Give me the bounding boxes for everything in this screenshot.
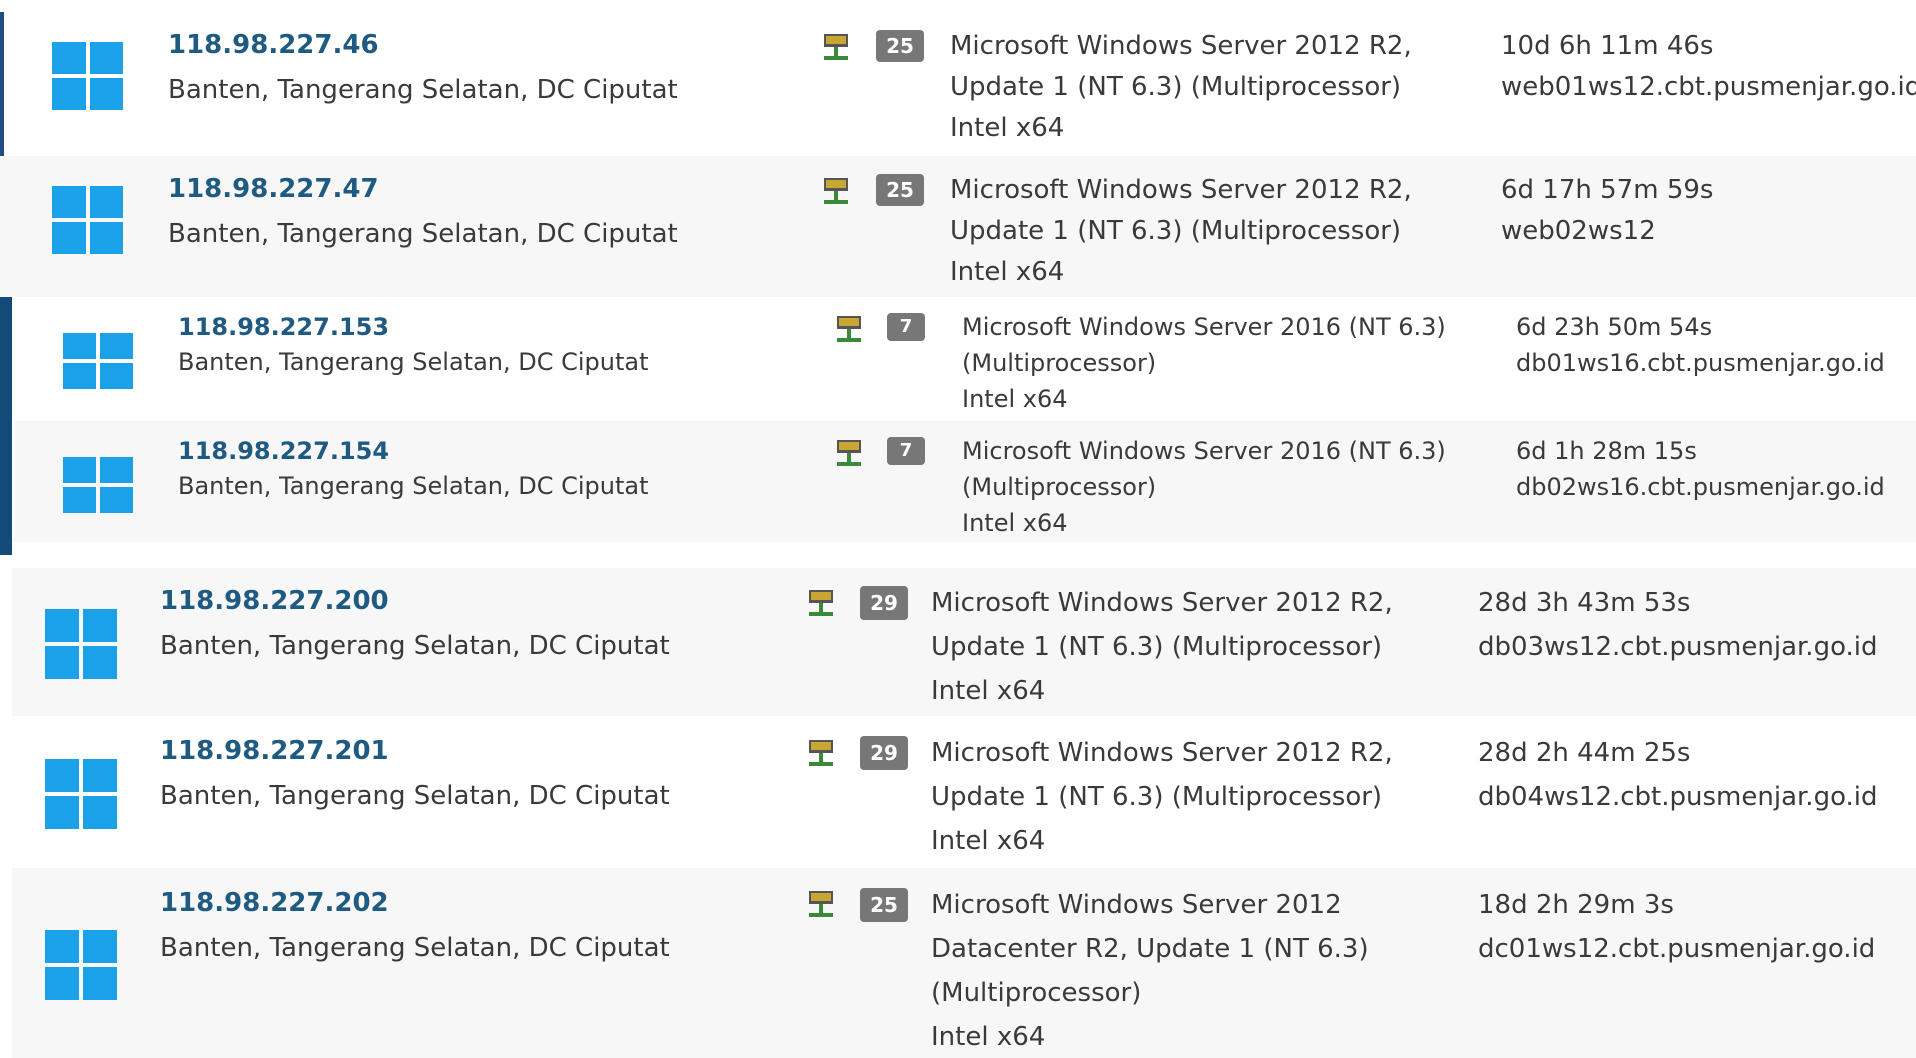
host-hostname: web01ws12.cbt.pusmenjar.go.id <box>1501 72 1916 102</box>
host-row: 118.98.227.202 Banten, Tangerang Selatan… <box>12 868 1916 1058</box>
host-uptime: 6d 1h 28m 15s <box>1516 437 1697 465</box>
windows-icon <box>45 930 117 1000</box>
host-ip-link[interactable]: 118.98.227.46 <box>168 30 379 60</box>
host-os: Microsoft Windows Server 2012 R2, Update … <box>950 31 1412 143</box>
host-ip-link[interactable]: 118.98.227.153 <box>178 313 389 341</box>
host-row: 118.98.227.47 Banten, Tangerang Selatan,… <box>0 156 1916 297</box>
host-location: Banten, Tangerang Selatan, DC Ciputat <box>160 781 670 811</box>
host-row: 118.98.227.201 Banten, Tangerang Selatan… <box>12 718 1916 866</box>
port-count-badge: 29 <box>860 736 908 770</box>
host-uptime-hostname: 28d 3h 43m 53s db03ws12.cbt.pusmenjar.go… <box>1478 581 1878 669</box>
host-hostname: db01ws16.cbt.pusmenjar.go.id <box>1516 349 1885 377</box>
host-ip-link[interactable]: 118.98.227.201 <box>160 736 389 766</box>
host-os: Microsoft Windows Server 2016 (NT 6.3) (M… <box>962 313 1446 413</box>
host-ip-link[interactable]: 118.98.227.154 <box>178 437 389 465</box>
host-uptime: 6d 23h 50m 54s <box>1516 313 1713 341</box>
host-ip-link[interactable]: 118.98.227.47 <box>168 174 379 204</box>
host-uptime: 28d 2h 44m 25s <box>1478 738 1691 768</box>
host-uptime-hostname: 28d 2h 44m 25s db04ws12.cbt.pusmenjar.go… <box>1478 731 1878 819</box>
host-hostname: db02ws16.cbt.pusmenjar.go.id <box>1516 473 1885 501</box>
host-row: 118.98.227.200 Banten, Tangerang Selatan… <box>12 568 1916 716</box>
host-uptime: 18d 2h 29m 3s <box>1478 890 1674 920</box>
host-uptime-hostname: 6d 23h 50m 54s db01ws16.cbt.pusmenjar.go… <box>1516 309 1885 381</box>
windows-icon <box>63 457 133 513</box>
host-location: Banten, Tangerang Selatan, DC Ciputat <box>168 219 678 249</box>
host-list-group-a: 118.98.227.46 Banten, Tangerang Selatan,… <box>0 12 1916 297</box>
host-os: Microsoft Windows Server 2012 R2, Update … <box>950 175 1412 287</box>
port-count-badge: 29 <box>860 586 908 620</box>
network-icon <box>809 590 833 616</box>
host-location: Banten, Tangerang Selatan, DC Ciputat <box>168 75 678 105</box>
port-count-badge: 7 <box>887 437 925 465</box>
port-count-badge: 25 <box>876 30 924 62</box>
network-icon <box>809 740 833 766</box>
host-list-group-c: 118.98.227.200 Banten, Tangerang Selatan… <box>0 568 1916 1058</box>
host-os: Microsoft Windows Server 2012 Datacenter … <box>931 890 1369 1052</box>
windows-icon <box>63 333 133 389</box>
host-uptime: 10d 6h 11m 46s <box>1501 31 1714 61</box>
host-hostname: db04ws12.cbt.pusmenjar.go.id <box>1478 782 1878 812</box>
host-location: Banten, Tangerang Selatan, DC Ciputat <box>178 472 649 500</box>
host-ip-link[interactable]: 118.98.227.202 <box>160 888 389 918</box>
network-icon <box>824 178 848 204</box>
row-accent-bar <box>0 297 12 555</box>
windows-icon <box>45 609 117 679</box>
host-row: 118.98.227.153 Banten, Tangerang Selatan… <box>14 297 1916 418</box>
host-hostname: dc01ws12.cbt.pusmenjar.go.id <box>1478 934 1876 964</box>
network-icon <box>837 440 861 466</box>
host-hostname: web02ws12 <box>1501 216 1656 246</box>
host-uptime-hostname: 6d 17h 57m 59s web02ws12 <box>1501 170 1713 252</box>
network-icon <box>809 891 833 917</box>
port-count-badge: 25 <box>876 174 924 206</box>
host-os: Microsoft Windows Server 2016 (NT 6.3) (M… <box>962 437 1446 537</box>
host-hostname: db03ws12.cbt.pusmenjar.go.id <box>1478 632 1878 662</box>
host-location: Banten, Tangerang Selatan, DC Ciputat <box>178 348 649 376</box>
host-row: 118.98.227.154 Banten, Tangerang Selatan… <box>14 421 1916 542</box>
windows-icon <box>52 186 123 254</box>
host-uptime-hostname: 6d 1h 28m 15s db02ws16.cbt.pusmenjar.go.… <box>1516 433 1885 505</box>
port-count-badge: 25 <box>860 888 908 922</box>
host-location: Banten, Tangerang Selatan, DC Ciputat <box>160 933 670 963</box>
network-icon <box>824 34 848 60</box>
port-count-badge: 7 <box>887 313 925 341</box>
host-os: Microsoft Windows Server 2012 R2, Update … <box>931 738 1393 856</box>
host-uptime: 6d 17h 57m 59s <box>1501 175 1714 205</box>
windows-icon <box>45 759 117 829</box>
windows-icon <box>52 42 123 110</box>
host-uptime: 28d 3h 43m 53s <box>1478 588 1691 618</box>
host-list-group-b: 118.98.227.153 Banten, Tangerang Selatan… <box>0 297 1916 555</box>
host-row: 118.98.227.46 Banten, Tangerang Selatan,… <box>0 12 1916 153</box>
host-location: Banten, Tangerang Selatan, DC Ciputat <box>160 631 670 661</box>
host-os: Microsoft Windows Server 2012 R2, Update … <box>931 588 1393 706</box>
host-uptime-hostname: 10d 6h 11m 46s web01ws12.cbt.pusmenjar.g… <box>1501 26 1916 108</box>
host-ip-link[interactable]: 118.98.227.200 <box>160 586 389 616</box>
host-uptime-hostname: 18d 2h 29m 3s dc01ws12.cbt.pusmenjar.go.… <box>1478 883 1875 971</box>
network-icon <box>837 316 861 342</box>
